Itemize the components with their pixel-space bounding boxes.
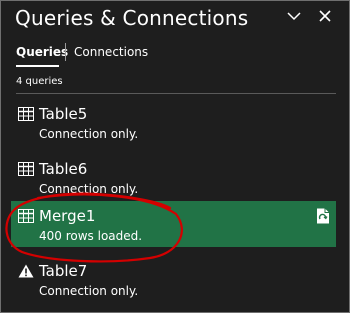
query-status: Connection only.	[39, 284, 139, 298]
table-icon	[18, 162, 34, 176]
table-icon	[18, 209, 34, 223]
query-status: Connection only.	[39, 182, 139, 196]
query-status: 400 rows loaded.	[39, 229, 143, 243]
query-item-table6[interactable]: Table6 Connection only.	[11, 154, 336, 200]
divider	[16, 93, 336, 94]
active-tab-underline	[16, 65, 59, 67]
tab-queries[interactable]: Queries	[16, 45, 68, 59]
query-status: Connection only.	[39, 127, 139, 141]
refresh-icon[interactable]	[316, 208, 330, 224]
chevron-down-icon[interactable]	[287, 11, 301, 21]
query-item-table7[interactable]: Table7 Connection only.	[11, 256, 336, 302]
query-name: Table5	[39, 105, 88, 123]
table-icon	[18, 107, 34, 121]
query-item-table5[interactable]: Table5 Connection only.	[11, 99, 336, 145]
query-count: 4 queries	[16, 76, 63, 87]
query-item-merge1[interactable]: Merge1 400 rows loaded.	[11, 201, 336, 247]
pane-title: Queries & Connections	[15, 6, 249, 30]
tab-separator	[65, 43, 66, 61]
query-name: Table7	[39, 262, 88, 280]
query-name: Merge1	[39, 207, 96, 225]
tab-connections[interactable]: Connections	[74, 45, 148, 59]
close-icon[interactable]	[318, 9, 332, 23]
warning-icon	[18, 264, 34, 278]
query-name: Table6	[39, 160, 88, 178]
queries-connections-pane: Queries & Connections Queries Connection…	[0, 0, 350, 313]
